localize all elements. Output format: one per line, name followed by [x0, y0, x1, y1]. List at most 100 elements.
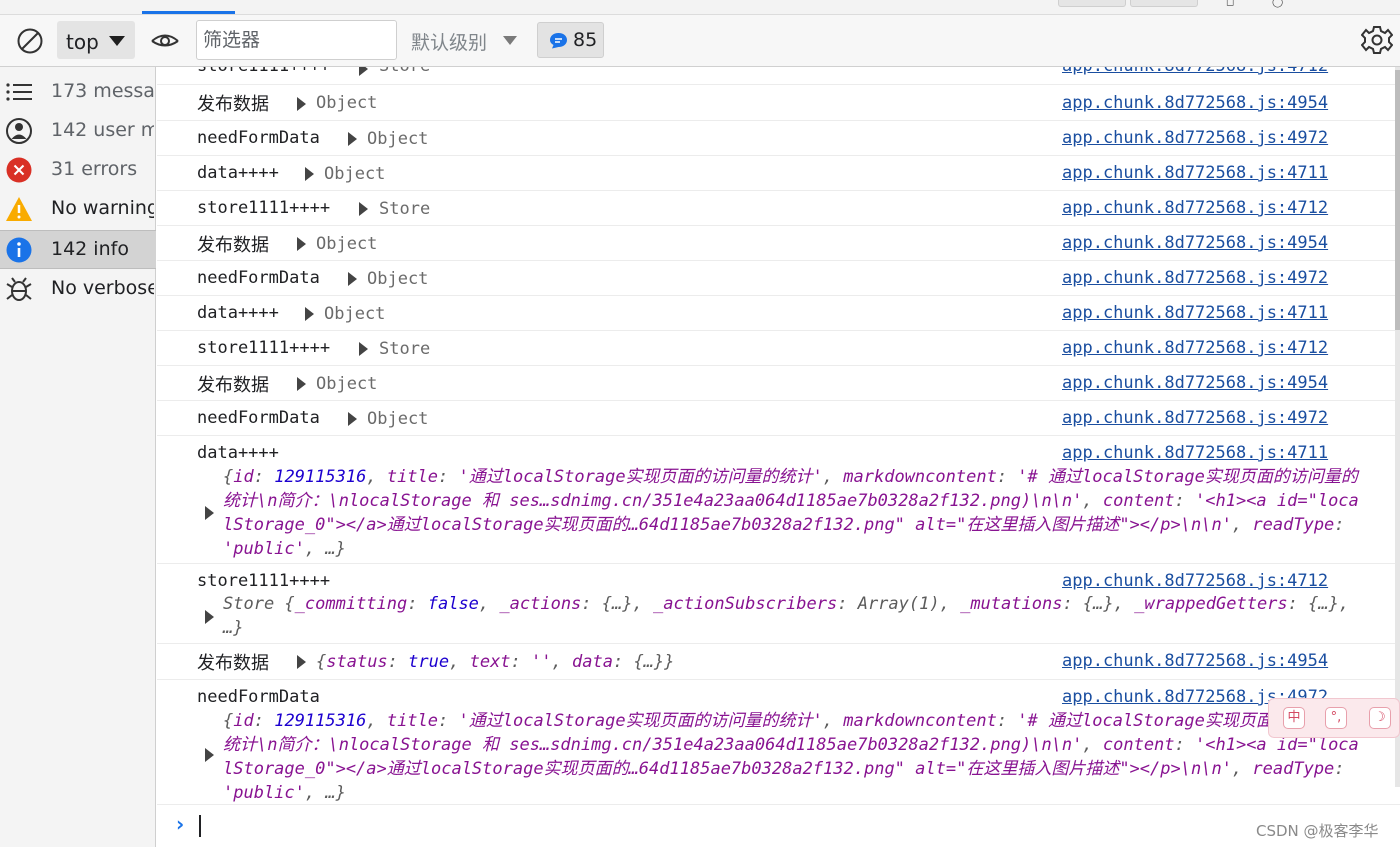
log-message: store1111++++ [197, 571, 331, 591]
console-message[interactable]: needFormData app.chunk.8d772568.js:4972 … [157, 680, 1400, 805]
object-preview[interactable]: Object [324, 304, 385, 324]
ime-language-key[interactable]: 中 [1283, 707, 1305, 729]
expand-triangle-icon[interactable] [205, 610, 214, 624]
source-link[interactable]: app.chunk.8d772568.js:4972 [1062, 268, 1328, 288]
ime-moon-key[interactable]: ☽ [1369, 707, 1391, 729]
console-message[interactable]: data++++ app.chunk.8d772568.js:4711 {id:… [157, 436, 1400, 564]
clear-console-icon[interactable] [16, 27, 44, 55]
object-preview[interactable]: Store [379, 339, 430, 359]
source-link[interactable]: app.chunk.8d772568.js:4972 [1062, 128, 1328, 148]
sidebar-item-user-messages[interactable]: 142 user messages [0, 112, 156, 151]
sidebar-item-label: No warnings [51, 197, 154, 219]
object-inline-preview[interactable]: {status: true, text: '', data: {…}} [316, 650, 1116, 674]
console-prompt[interactable]: › [157, 805, 1400, 847]
active-tab-indicator [142, 11, 235, 14]
source-link[interactable]: app.chunk.8d772568.js:4972 [1062, 408, 1328, 428]
object-inline-preview[interactable]: Store {_committing: false, _actions: {…}… [223, 592, 1363, 640]
context-selector[interactable]: top [57, 21, 135, 59]
ime-punctuation-key[interactable]: °, [1325, 707, 1347, 729]
object-preview[interactable]: Object [316, 374, 377, 394]
console-message[interactable]: needFormData Object app.chunk.8d772568.j… [157, 401, 1400, 436]
message-bubble-icon [550, 33, 567, 49]
log-message: data++++ [197, 163, 279, 183]
expand-triangle-icon[interactable] [297, 377, 306, 391]
sidebar-item-label: 173 messages [51, 80, 154, 102]
object-preview[interactable]: Object [316, 93, 377, 113]
console-message[interactable]: 发布数据 Object app.chunk.8d772568.js:4954 [157, 86, 1400, 121]
source-link[interactable]: app.chunk.8d772568.js:4712 [1062, 338, 1328, 358]
issues-counter-button[interactable]: 85 [537, 22, 604, 58]
object-preview[interactable]: Object [367, 129, 428, 149]
source-link[interactable]: app.chunk.8d772568.js:4711 [1062, 303, 1328, 323]
expand-triangle-icon[interactable] [205, 506, 214, 520]
prompt-chevron-icon: › [176, 812, 185, 836]
expand-triangle-icon[interactable] [359, 202, 368, 216]
console-sidebar: 173 messages 142 user messages 31 errors… [0, 67, 156, 847]
object-preview[interactable]: Store [379, 67, 430, 76]
expand-triangle-icon[interactable] [305, 307, 314, 321]
console-messages: store1111++++ Store app.chunk.8d772568.j… [157, 67, 1400, 847]
console-message[interactable]: 发布数据 Object app.chunk.8d772568.js:4954 [157, 226, 1400, 261]
scrollbar-thumb[interactable] [1395, 70, 1400, 330]
sidebar-item-warnings[interactable]: No warnings [0, 190, 156, 229]
object-preview[interactable]: Object [367, 269, 428, 289]
expand-triangle-icon[interactable] [305, 167, 314, 181]
expand-triangle-icon[interactable] [348, 272, 357, 286]
source-link[interactable]: app.chunk.8d772568.js:4954 [1062, 373, 1328, 393]
source-link[interactable]: app.chunk.8d772568.js:4711 [1062, 163, 1328, 183]
console-message[interactable]: data++++ Object app.chunk.8d772568.js:47… [157, 296, 1400, 331]
log-message: needFormData [197, 687, 320, 707]
source-link[interactable]: app.chunk.8d772568.js:4954 [1062, 93, 1328, 113]
console-message[interactable]: store1111++++ Store app.chunk.8d772568.j… [157, 331, 1400, 366]
log-message: data++++ [197, 303, 279, 323]
ime-toolbar[interactable]: 中 °, ☽ [1268, 698, 1400, 738]
object-preview[interactable]: Object [316, 234, 377, 254]
source-link[interactable]: app.chunk.8d772568.js:4954 [1062, 651, 1328, 671]
console-message[interactable]: needFormData Object app.chunk.8d772568.j… [157, 261, 1400, 296]
text-caret [199, 815, 201, 837]
sidebar-item-verbose[interactable]: No verbose [0, 270, 156, 309]
expand-triangle-icon[interactable] [348, 132, 357, 146]
tabstrip-button[interactable] [1130, 0, 1198, 7]
source-link[interactable]: app.chunk.8d772568.js:4712 [1062, 198, 1328, 218]
console-message[interactable]: 发布数据 Object app.chunk.8d772568.js:4954 [157, 366, 1400, 401]
expand-triangle-icon[interactable] [297, 655, 306, 669]
source-link[interactable]: app.chunk.8d772568.js:4954 [1062, 233, 1328, 253]
expand-triangle-icon[interactable] [297, 97, 306, 111]
object-preview[interactable]: Store [379, 199, 430, 219]
log-levels-dropdown[interactable]: 默认级别 [411, 28, 487, 55]
log-message: needFormData [197, 128, 320, 148]
console-message[interactable]: store1111++++ Store app.chunk.8d772568.j… [157, 191, 1400, 226]
console-message[interactable]: 发布数据 {status: true, text: '', data: {…}}… [157, 644, 1400, 680]
sidebar-item-label: 142 user messages [51, 119, 154, 141]
warning-icon [6, 197, 32, 221]
object-preview[interactable]: Object [324, 164, 385, 184]
console-message[interactable]: store1111++++ Store app.chunk.8d772568.j… [157, 67, 1400, 85]
source-link[interactable]: app.chunk.8d772568.js:4711 [1062, 443, 1328, 463]
live-expression-eye-icon[interactable] [150, 28, 180, 54]
list-icon [6, 83, 32, 101]
expand-triangle-icon[interactable] [359, 342, 368, 356]
device-icon[interactable]: ◻ [1226, 0, 1234, 8]
object-inline-preview[interactable]: {id: 129115316, title: '通过localStorage实现… [223, 465, 1363, 561]
object-preview[interactable]: Object [367, 409, 428, 429]
console-message[interactable]: data++++ Object app.chunk.8d772568.js:47… [157, 156, 1400, 191]
source-link[interactable]: app.chunk.8d772568.js:4712 [1062, 67, 1328, 76]
source-link[interactable]: app.chunk.8d772568.js:4712 [1062, 571, 1328, 591]
expand-triangle-icon[interactable] [359, 67, 368, 76]
console-toolbar: top 默认级别 85 [0, 15, 1400, 67]
console-message[interactable]: needFormData Object app.chunk.8d772568.j… [157, 121, 1400, 156]
filter-input[interactable] [196, 20, 397, 60]
expand-triangle-icon[interactable] [205, 748, 214, 762]
help-icon[interactable]: ◯ [1272, 0, 1283, 8]
tabstrip-button[interactable] [1058, 0, 1126, 7]
console-message[interactable]: store1111++++ app.chunk.8d772568.js:4712… [157, 564, 1400, 644]
sidebar-item-errors[interactable]: 31 errors [0, 151, 156, 190]
expand-triangle-icon[interactable] [348, 412, 357, 426]
gear-icon[interactable] [1361, 24, 1393, 56]
expand-triangle-icon[interactable] [297, 237, 306, 251]
object-inline-preview[interactable]: {id: 129115316, title: '通过localStorage实现… [223, 709, 1363, 805]
sidebar-item-messages[interactable]: 173 messages [0, 73, 156, 112]
log-message: 发布数据 [197, 94, 269, 115]
sidebar-item-info[interactable]: 142 info [0, 230, 156, 269]
